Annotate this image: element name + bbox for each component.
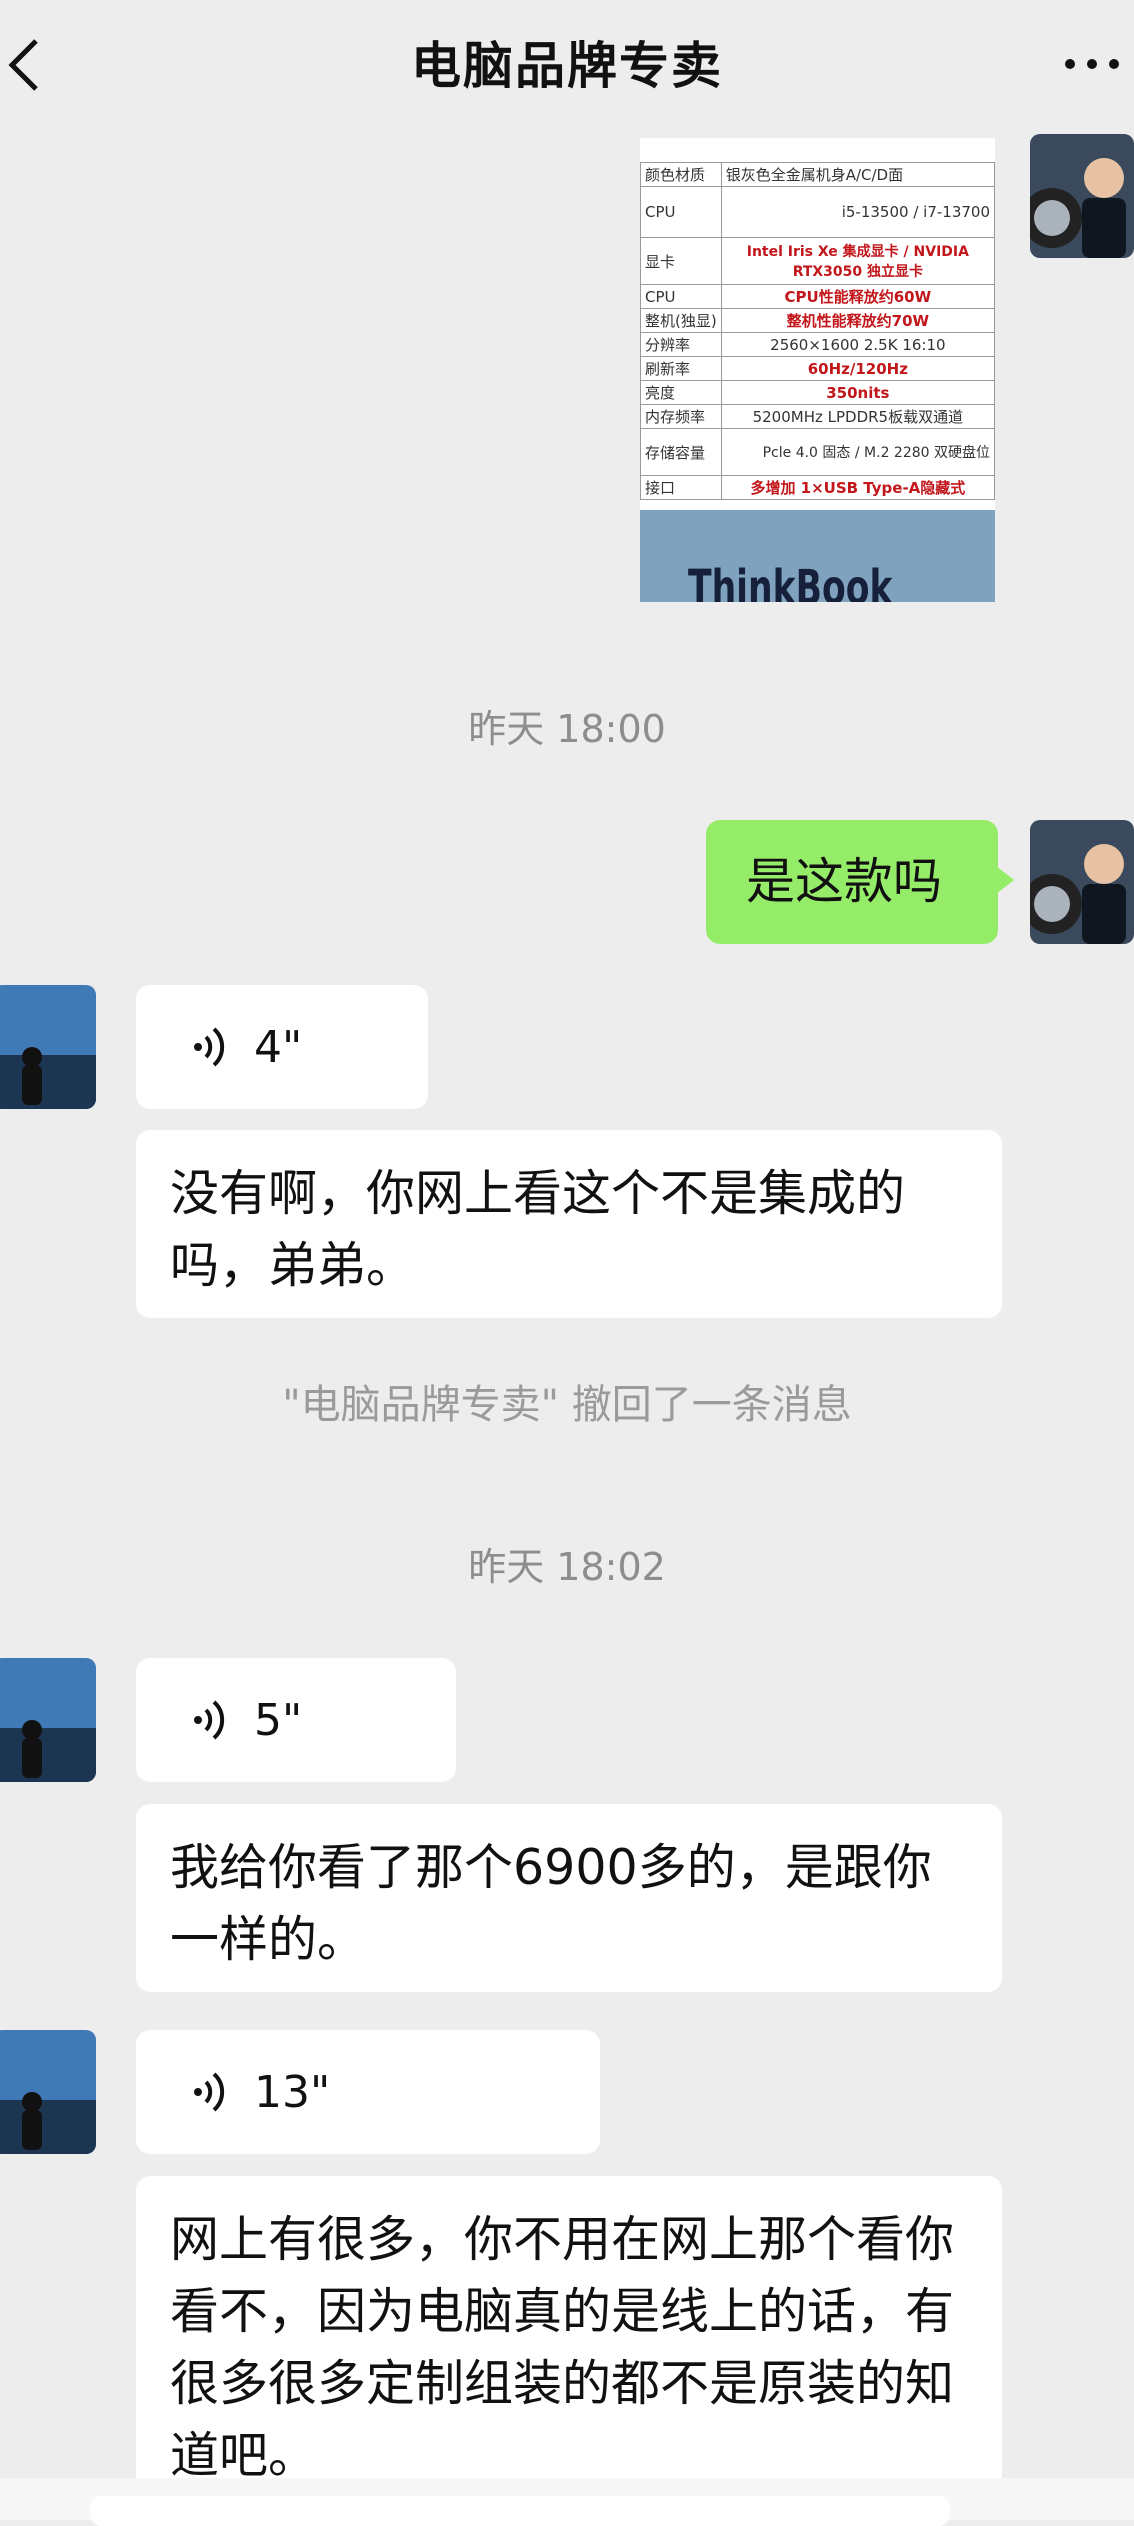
voice-duration: 4" [254, 1021, 303, 1073]
spec-row: 颜色材质 银灰色全金属机身A/C/D面 [640, 162, 995, 187]
avatar-contact-image [0, 2030, 96, 2154]
brand-logo: ThinkBook [688, 560, 893, 602]
spec-label: CPU [640, 284, 722, 309]
spec-row: CPU i5-13500 / i7-13700 [640, 186, 995, 238]
recall-notice: "电脑品牌专卖" 撤回了一条消息 [282, 1382, 852, 1428]
spec-value: 60Hz/120Hz [720, 356, 995, 381]
spec-value: 2560×1600 2.5K 16:10 [720, 332, 995, 357]
received-message-bubble[interactable]: 我给你看了那个6900多的，是跟你一样的。 [136, 1804, 1002, 1992]
spec-row: CPU CPU性能释放约60W [640, 284, 995, 309]
spec-row: 存储容量 Pcle 4.0 固态 / M.2 2280 双硬盘位 [640, 428, 995, 476]
voice-wave-icon [194, 1027, 225, 1067]
spec-sheet-image[interactable]: 颜色材质 银灰色全金属机身A/C/D面 CPU i5-13500 / i7-1370… [640, 138, 995, 602]
avatar-self-image [1030, 820, 1134, 944]
spec-value: CPU性能释放约60W [720, 284, 995, 309]
spec-row: 显卡 Intel Iris Xe 集成显卡 / NVIDIA RTX3050 独立… [640, 237, 995, 285]
spec-value: 5200MHz LPDDR5板载双通道 [720, 404, 995, 429]
spec-label: 亮度 [640, 380, 722, 405]
spec-row: 整机(独显) 整机性能释放约70W [640, 308, 995, 333]
spec-label: 整机(独显) [640, 308, 722, 333]
voice-wave-icon [194, 2072, 225, 2112]
spec-row: 亮度 350nits [640, 380, 995, 405]
spec-value: Intel Iris Xe 集成显卡 / NVIDIA RTX3050 独立显卡 [720, 237, 995, 285]
voice-wave-icon [194, 1700, 225, 1740]
voice-duration: 13" [254, 2066, 331, 2118]
avatar-contact-image [0, 1658, 96, 1782]
voice-message-bubble[interactable]: 13" [136, 2030, 600, 2154]
voice-duration: 5" [254, 1694, 303, 1746]
voice-message: 13" [190, 2030, 330, 2154]
spec-row: 内存频率 5200MHz LPDDR5板载双通道 [640, 404, 995, 429]
spec-value: i5-13500 / i7-13700 [720, 186, 995, 238]
voice-message-bubble[interactable]: 5" [136, 1658, 456, 1782]
spec-label: 刷新率 [640, 356, 722, 381]
received-message-bubble[interactable]: 网上有很多，你不用在网上那个看你看不，因为电脑真的是线上的话，有很多很多定制组装… [136, 2176, 1002, 2506]
spec-value: 整机性能释放约70W [720, 308, 995, 333]
chat-title: 电脑品牌专卖 [411, 37, 723, 95]
avatar-contact[interactable] [0, 985, 96, 1109]
received-message-bubble[interactable]: 没有啊，你网上看这个不是集成的吗，弟弟。 [136, 1130, 1002, 1318]
spec-label: 颜色材质 [640, 162, 722, 187]
avatar-self-image [1030, 134, 1134, 258]
avatar-contact[interactable] [0, 1658, 96, 1782]
spec-label: CPU [640, 186, 722, 238]
spec-value: 350nits [720, 380, 995, 405]
spec-value: 银灰色全金属机身A/C/D面 [720, 162, 995, 187]
message-input[interactable] [90, 2496, 950, 2526]
spec-label: 显卡 [640, 237, 722, 285]
more-button[interactable] [1054, 34, 1130, 94]
spec-value: 多增加 1×USB Type-A隐藏式 [720, 475, 995, 500]
timestamp: 昨天 18:00 [468, 707, 666, 751]
spec-label: 内存频率 [640, 404, 722, 429]
voice-message: 5" [190, 1658, 302, 1782]
ellipsis-icon [1065, 59, 1119, 69]
spec-label: 分辨率 [640, 332, 722, 357]
voice-message: 4" [190, 985, 302, 1109]
spec-row: 分辨率 2560×1600 2.5K 16:10 [640, 332, 995, 357]
avatar-contact[interactable] [0, 2030, 96, 2154]
sent-message-bubble[interactable]: 是这款吗 [706, 820, 1014, 944]
avatar-self[interactable] [1030, 134, 1134, 258]
received-message-text: 没有啊，你网上看这个不是集成的吗，弟弟。 [170, 1165, 906, 1294]
avatar-self[interactable] [1030, 820, 1134, 944]
spec-label: 接口 [640, 475, 722, 500]
sent-message-text: 是这款吗 [746, 853, 943, 910]
voice-message-bubble[interactable]: 4" [136, 985, 428, 1109]
spec-row: 刷新率 60Hz/120Hz [640, 356, 995, 381]
timestamp: 昨天 18:02 [468, 1545, 666, 1589]
brand-banner: ThinkBook [640, 510, 995, 602]
spec-table: 颜色材质 银灰色全金属机身A/C/D面 CPU i5-13500 / i7-1370… [640, 162, 995, 500]
spec-row: 接口 多增加 1×USB Type-A隐藏式 [640, 475, 995, 500]
spec-value: Pcle 4.0 固态 / M.2 2280 双硬盘位 [720, 428, 995, 476]
top-bar: 电脑品牌专卖 [0, 0, 1134, 130]
received-message-text: 我给你看了那个6900多的，是跟你一样的。 [170, 1839, 932, 1968]
received-message-text: 网上有很多，你不用在网上那个看你看不，因为电脑真的是线上的话，有很多很多定制组装… [170, 2211, 955, 2484]
avatar-contact-image [0, 985, 96, 1109]
spec-label: 存储容量 [640, 428, 722, 476]
